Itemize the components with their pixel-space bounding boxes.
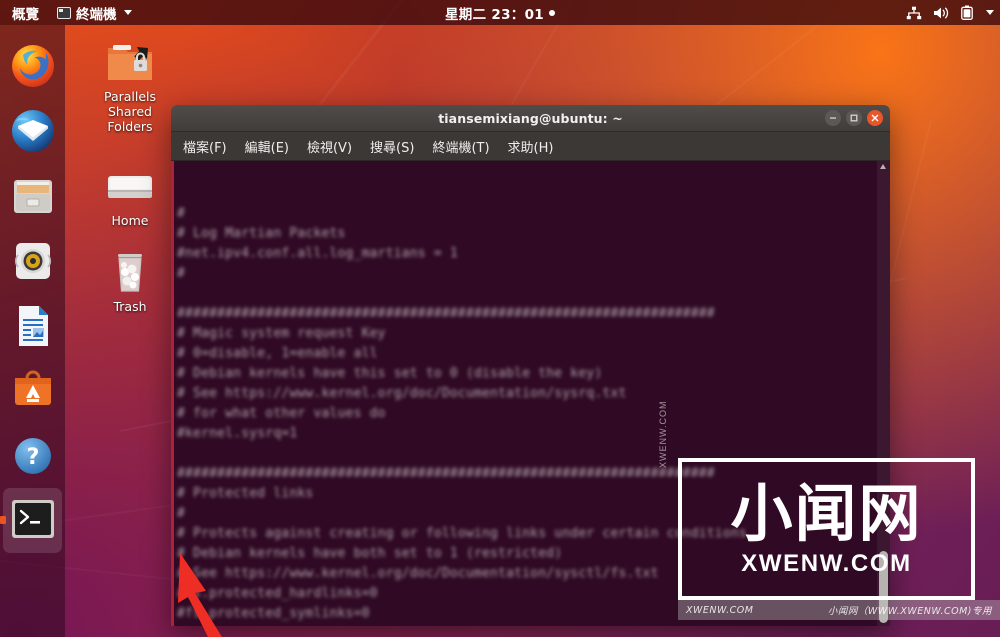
- terminal-menubar: 檔案(F) 編輯(E) 檢視(V) 搜尋(S) 終端機(T) 求助(H): [171, 132, 890, 161]
- network-icon[interactable]: [906, 6, 922, 20]
- desktop-icon-trash[interactable]: Trash: [82, 246, 178, 314]
- launcher-item-rhythmbox[interactable]: [0, 228, 65, 293]
- terminal-title: tiansemixiang@ubuntu: ~: [438, 110, 623, 126]
- watermark-english-text: XWENW.COM: [741, 550, 912, 577]
- libreoffice-writer-icon: [10, 303, 56, 349]
- desktop-icon-label: Home: [111, 213, 149, 228]
- watermark-bottom-left: XWENW.COM: [686, 604, 754, 616]
- launcher-dock: ?: [0, 25, 65, 637]
- launcher-item-terminal[interactable]: [0, 488, 62, 553]
- terminal-left-accent: [171, 161, 174, 626]
- help-icon: ?: [10, 433, 56, 479]
- chevron-down-icon: [123, 10, 132, 15]
- system-menu-chevron-icon[interactable]: [986, 10, 994, 15]
- watermark-box: 小闻网 XWENW.COM: [678, 458, 975, 600]
- volume-icon[interactable]: [933, 6, 950, 20]
- files-icon: [10, 173, 56, 219]
- notification-dot-icon: [548, 9, 555, 16]
- watermark-overlay: 小闻网 XWENW.COM XWENW.COM: [658, 401, 975, 600]
- maximize-button[interactable]: [846, 110, 862, 126]
- desktop-screen: 概覽 終端機 星期二 23：01 ? Parallels Shared Fold…: [0, 0, 1000, 637]
- svg-text:?: ?: [26, 445, 39, 470]
- launcher-item-firefox[interactable]: [0, 33, 65, 98]
- terminal-icon: [10, 498, 56, 544]
- overview-label: 概覽: [12, 6, 39, 23]
- active-app-menu[interactable]: 終端機: [53, 0, 136, 25]
- menu-file[interactable]: 檔案(F): [180, 135, 230, 158]
- terminal-mini-icon: [57, 6, 71, 19]
- window-controls: [825, 110, 883, 126]
- watermark-chinese-text: 小闻网: [730, 477, 923, 550]
- ubuntu-software-icon: [10, 368, 56, 414]
- thunderbird-icon: [10, 108, 56, 154]
- launcher-item-libreoffice-writer[interactable]: [0, 293, 65, 358]
- close-button[interactable]: [867, 110, 883, 126]
- firefox-icon: [10, 43, 56, 89]
- launcher-item-thunderbird[interactable]: [0, 98, 65, 163]
- launcher-item-ubuntu-software[interactable]: [0, 358, 65, 423]
- watermark-side-text: XWENW.COM: [658, 400, 668, 469]
- top-bar: 概覽 終端機 星期二 23：01: [0, 0, 1000, 25]
- terminal-titlebar[interactable]: tiansemixiang@ubuntu: ~: [171, 105, 890, 132]
- battery-icon[interactable]: [961, 5, 973, 20]
- menu-help[interactable]: 求助(H): [505, 135, 557, 158]
- desktop-icon-label: Trash: [113, 299, 147, 314]
- clock-label: 星期二 23：01: [445, 6, 544, 23]
- minimize-button[interactable]: [825, 110, 841, 126]
- scroll-up-arrow-icon[interactable]: [880, 164, 886, 169]
- desktop-icon-home[interactable]: Home: [82, 160, 178, 228]
- watermark-bottom-right: 小闻网（WWW.XWENW.COM)专用: [827, 606, 992, 617]
- watermark-bottom-bar: XWENW.COM 小闻网（WWW.XWENW.COM)专用: [678, 600, 1000, 620]
- top-bar-left: 概覽 終端機: [0, 0, 136, 25]
- trash-icon: [82, 246, 178, 296]
- home-drive-icon: [82, 160, 178, 210]
- menu-terminal[interactable]: 終端機(T): [429, 135, 492, 158]
- menu-edit[interactable]: 編輯(E): [242, 135, 292, 158]
- launcher-item-files[interactable]: [0, 163, 65, 228]
- clock-menu[interactable]: 星期二 23：01: [370, 3, 630, 23]
- launcher-item-help[interactable]: ?: [0, 423, 65, 488]
- rhythmbox-icon: [10, 238, 56, 284]
- menu-search[interactable]: 搜尋(S): [367, 135, 417, 158]
- active-app-label: 終端機: [76, 6, 117, 23]
- overview-button[interactable]: 概覽: [8, 0, 43, 25]
- desktop-icon-label: Parallels Shared Folders: [103, 89, 157, 134]
- parallels-folder-icon: [82, 36, 178, 86]
- menu-view[interactable]: 檢視(V): [304, 135, 355, 158]
- desktop-icon-parallels-shared-folders[interactable]: Parallels Shared Folders: [82, 36, 178, 134]
- system-indicators: [906, 0, 994, 25]
